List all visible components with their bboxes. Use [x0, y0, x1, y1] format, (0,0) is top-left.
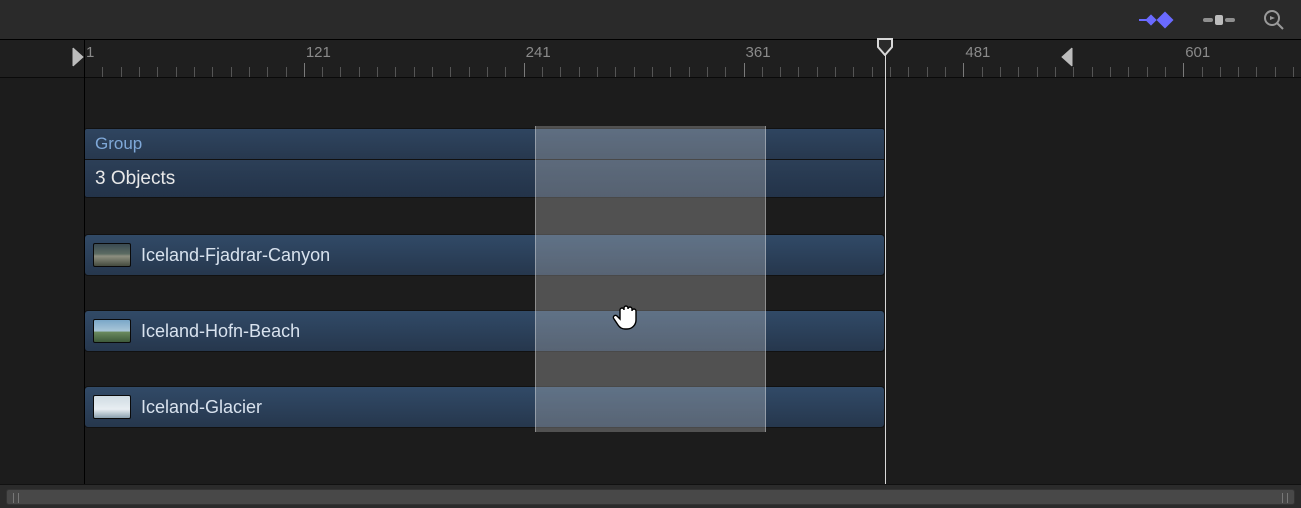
ruler-tick-minor	[432, 67, 433, 77]
ruler-tick-minor	[212, 67, 213, 77]
clip-bar[interactable]: Iceland-Glacier	[84, 386, 885, 428]
ruler-tick-minor	[1110, 67, 1111, 77]
ruler-tick-minor	[121, 67, 122, 77]
ruler-tick-minor	[450, 67, 451, 77]
ruler-label: 361	[746, 44, 771, 61]
group-bar[interactable]: Group	[84, 128, 885, 160]
ruler-label: 481	[965, 44, 990, 61]
ruler-tick-minor	[487, 67, 488, 77]
ruler-tick-minor	[945, 67, 946, 77]
ruler-tick-minor	[139, 67, 140, 77]
ruler-tick-major	[1183, 63, 1184, 77]
ruler-tick-minor	[102, 67, 103, 77]
ruler-tick-minor	[1202, 67, 1203, 77]
ruler-label: 1	[86, 44, 94, 61]
ruler-tick-minor	[542, 67, 543, 77]
ruler-tick-minor	[157, 67, 158, 77]
ruler-tick-minor	[1037, 67, 1038, 77]
ruler-tick-minor	[340, 67, 341, 77]
clip-bar[interactable]: Iceland-Fjadrar-Canyon	[84, 234, 885, 276]
ruler-tick-minor	[798, 67, 799, 77]
group-label: Group	[95, 134, 142, 154]
clip-label: Iceland-Glacier	[141, 397, 262, 418]
ruler-tick-minor	[725, 67, 726, 77]
clip-bar[interactable]: Iceland-Hofn-Beach	[84, 310, 885, 352]
playhead-head-icon[interactable]	[877, 38, 893, 61]
ruler-tick-minor	[872, 67, 873, 77]
timeline-scrollbar[interactable]	[0, 484, 1301, 508]
ruler-label: 241	[526, 44, 551, 61]
timeline-toolbar	[0, 0, 1301, 40]
clip-label: Iceland-Fjadrar-Canyon	[141, 245, 330, 266]
ruler-tick-minor	[267, 67, 268, 77]
ruler-tick-minor	[707, 67, 708, 77]
clip-thumbnail	[93, 395, 131, 419]
ruler-tick-minor	[689, 67, 690, 77]
ruler-tick-minor	[1293, 67, 1294, 77]
keyframe-editor-icon[interactable]	[1137, 11, 1175, 29]
ruler-tick-major	[304, 63, 305, 77]
playhead[interactable]	[885, 40, 886, 484]
out-point-icon[interactable]	[1060, 46, 1074, 73]
ruler-tick-minor	[1220, 67, 1221, 77]
ruler-tick-major	[744, 63, 745, 77]
group-summary-bar[interactable]: 3 Objects	[84, 160, 885, 198]
ruler-tick-minor	[414, 67, 415, 77]
ruler-tick-minor	[982, 67, 983, 77]
ruler-tick-major	[963, 63, 964, 77]
clip-thumbnail	[93, 243, 131, 267]
ruler-tick-minor	[670, 67, 671, 77]
ruler-tick-minor	[908, 67, 909, 77]
ruler-tick-minor	[1238, 67, 1239, 77]
ruler-tick-minor	[1000, 67, 1001, 77]
grab-hand-cursor-icon	[610, 300, 642, 337]
ruler-tick-minor	[1147, 67, 1148, 77]
ruler-tick-minor	[835, 67, 836, 77]
ruler-tick-minor	[176, 67, 177, 77]
clip-label: Iceland-Hofn-Beach	[141, 321, 300, 342]
ruler-tick-minor	[579, 67, 580, 77]
scrollbar-thumb[interactable]	[6, 489, 1295, 505]
ruler-label: 601	[1185, 44, 1210, 61]
ruler-tick-minor	[762, 67, 763, 77]
ruler-tick-minor	[1128, 67, 1129, 77]
ruler-tick-minor	[615, 67, 616, 77]
ruler-tick-minor	[597, 67, 598, 77]
timeline-ruler[interactable]: 1 121 241 361 481 601	[0, 40, 1301, 78]
ruler-tick-minor	[322, 67, 323, 77]
ruler-tick-minor	[817, 67, 818, 77]
ruler-tick-minor	[377, 67, 378, 77]
ruler-tick-minor	[286, 67, 287, 77]
ruler-tick-minor	[634, 67, 635, 77]
ruler-tick-minor	[231, 67, 232, 77]
ruler-tick-minor	[890, 67, 891, 77]
track-left-edge	[84, 40, 85, 484]
clip-thumbnail	[93, 319, 131, 343]
ruler-tick-minor	[652, 67, 653, 77]
ruler-tick-minor	[505, 67, 506, 77]
filters-icon[interactable]	[1203, 11, 1235, 29]
search-preview-icon[interactable]	[1263, 9, 1285, 31]
ruler-tick-minor	[194, 67, 195, 77]
ruler-tick-minor	[560, 67, 561, 77]
ruler-tick-minor	[1275, 67, 1276, 77]
ruler-tick-minor	[359, 67, 360, 77]
ruler-tick-minor	[927, 67, 928, 77]
ruler-tick-minor	[1018, 67, 1019, 77]
ruler-tick-minor	[1055, 67, 1056, 77]
ruler-tick-major	[524, 63, 525, 77]
ruler-label: 121	[306, 44, 331, 61]
ruler-tick-minor	[395, 67, 396, 77]
ruler-tick-minor	[249, 67, 250, 77]
ruler-tick-minor	[1092, 67, 1093, 77]
ruler-tick-minor	[469, 67, 470, 77]
group-count-label: 3 Objects	[95, 168, 175, 190]
ruler-tick-minor	[1256, 67, 1257, 77]
ruler-tick-minor	[853, 67, 854, 77]
in-point-icon[interactable]	[71, 46, 85, 73]
ruler-tick-minor	[780, 67, 781, 77]
ruler-tick-minor	[1165, 67, 1166, 77]
